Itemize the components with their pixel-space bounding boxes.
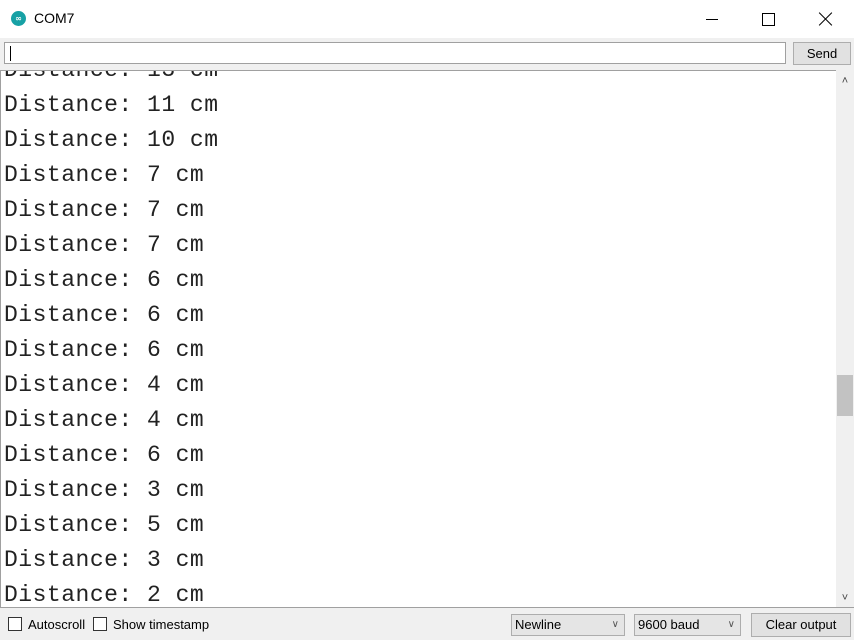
serial-input[interactable] [4,42,786,64]
output-line: Distance: 7 cm [4,162,205,188]
output-lines: Distance: 13 cm Distance: 11 cm Distance: … [4,70,219,607]
autoscroll-label: Autoscroll [28,617,86,632]
baud-rate-value: 9600 baud [638,617,700,632]
output-line: Distance: 6 cm [4,442,205,468]
scroll-down-icon[interactable]: ˅ [836,589,854,607]
status-bar: Autoscroll Show timestamp Newline ∨ 9600… [0,607,854,640]
output-line: Distance: 13 cm [4,70,219,83]
text-caret [10,46,11,61]
chevron-down-icon: ∨ [727,619,735,630]
autoscroll-checkbox[interactable] [8,617,22,631]
output-line: Distance: 4 cm [4,407,205,433]
output-line: Distance: 6 cm [4,302,205,328]
output-line: Distance: 3 cm [4,477,205,503]
title-bar: ∞ COM7 [0,0,854,38]
send-bar: Send [0,38,854,70]
output-line: Distance: 6 cm [4,267,205,293]
output-line: Distance: 7 cm [4,197,205,223]
output-line: Distance: 3 cm [4,547,205,573]
vertical-scrollbar[interactable]: ˄ ˅ [836,70,854,607]
output-line: Distance: 4 cm [4,372,205,398]
output-line: Distance: 6 cm [4,337,205,363]
output-line: Distance: 2 cm [4,582,205,607]
chevron-down-icon: ∨ [611,619,619,630]
output-line: Distance: 5 cm [4,512,205,538]
serial-output[interactable]: Distance: 13 cm Distance: 11 cm Distance: … [0,70,836,607]
minimize-button[interactable] [683,0,741,38]
close-icon [819,12,833,26]
line-ending-select[interactable]: Newline ∨ [511,614,625,636]
close-button[interactable] [797,0,854,38]
timestamp-checkbox[interactable] [93,617,107,631]
output-line: Distance: 10 cm [4,127,219,153]
output-line: Distance: 11 cm [4,92,219,118]
maximize-button[interactable] [739,0,797,38]
line-ending-value: Newline [515,617,562,632]
clear-output-button[interactable]: Clear output [751,613,851,637]
maximize-icon [761,12,775,26]
baud-rate-select[interactable]: 9600 baud ∨ [634,614,741,636]
arduino-icon: ∞ [11,11,26,26]
window-title: COM7 [34,10,75,26]
minimize-icon [706,18,718,20]
scroll-up-icon[interactable]: ˄ [836,72,854,90]
timestamp-label: Show timestamp [113,617,210,632]
output-line: Distance: 7 cm [4,232,205,258]
scrollbar-thumb[interactable] [837,375,853,416]
send-button[interactable]: Send [793,42,851,65]
